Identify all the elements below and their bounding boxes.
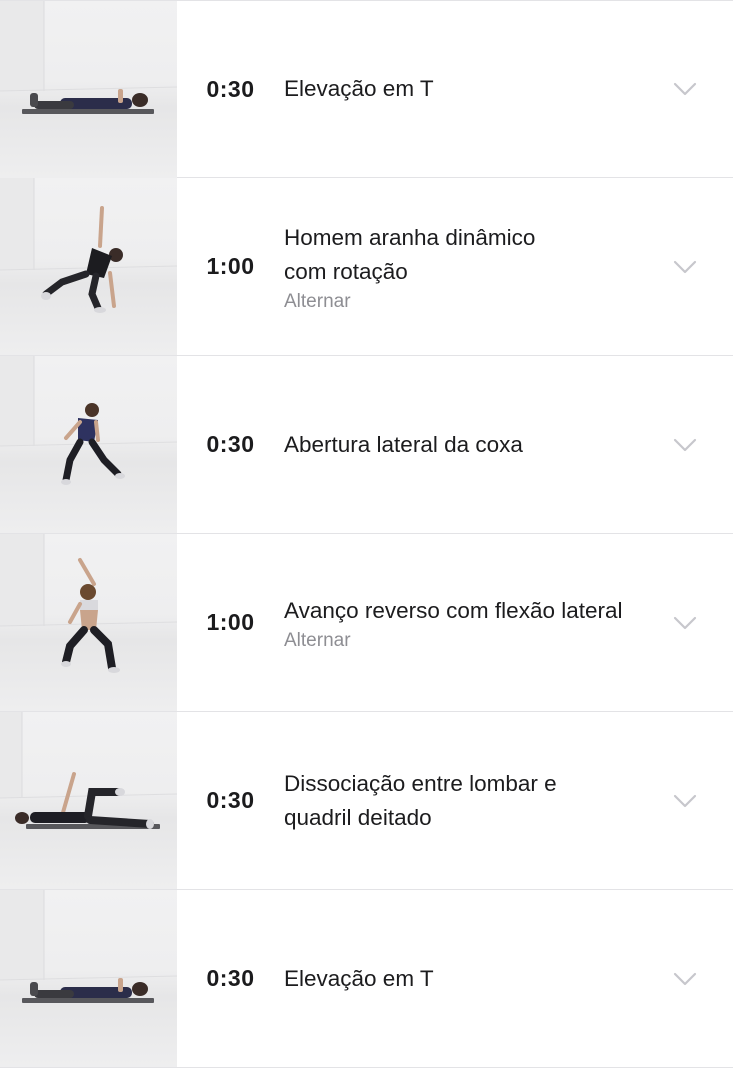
exercise-duration: 1:00 [206, 609, 255, 635]
exercise-subtitle: Alternar [284, 629, 351, 651]
exercise-info: Dissociação entre lombar e quadril deita… [284, 767, 673, 835]
person-side-lunge-icon [0, 356, 177, 485]
chevron-down-icon [673, 260, 697, 273]
exercise-info: Abertura lateral da coxa [284, 428, 673, 462]
expand-button[interactable] [673, 252, 733, 282]
exercise-thumbnail [0, 178, 177, 355]
exercise-row[interactable]: 1:00 Homem aranha dinâmico com rotação A… [0, 178, 733, 356]
exercise-duration: 1:00 [206, 253, 255, 279]
exercise-info: Elevação em T [284, 72, 673, 106]
exercise-info: Homem aranha dinâmico com rotação Altern… [284, 221, 673, 313]
person-lunge-rotation-icon [0, 178, 177, 313]
exercise-list: 0:30 Elevação em T 1:00 Homem aranha din… [0, 0, 733, 1068]
exercise-title: Dissociação entre lombar e quadril deita… [284, 767, 653, 835]
chevron-down-icon [673, 972, 697, 985]
exercise-title-line: Dissociação entre lombar e [284, 770, 557, 796]
exercise-duration: 0:30 [206, 787, 255, 813]
person-lying-face-down-icon [0, 0, 177, 114]
exercise-title: Homem aranha dinâmico com rotação [284, 221, 653, 289]
exercise-row[interactable]: 0:30 Elevação em T [0, 890, 733, 1068]
expand-button[interactable] [673, 964, 733, 994]
expand-button[interactable] [673, 74, 733, 104]
exercise-thumbnail [0, 712, 177, 889]
expand-button[interactable] [673, 786, 733, 816]
exercise-duration: 0:30 [206, 75, 255, 102]
exercise-row[interactable]: 1:00 Avanço reverso com flexão lateral A… [0, 534, 733, 712]
chevron-down-icon [673, 794, 697, 807]
exercise-title: Elevação em T [284, 76, 434, 101]
exercise-thumbnail [0, 534, 177, 711]
exercise-row[interactable]: 0:30 Elevação em T [0, 0, 733, 178]
expand-button[interactable] [673, 608, 733, 638]
exercise-row[interactable]: 0:30 Dissociação entre lombar e quadril … [0, 712, 733, 890]
exercise-info: Elevação em T [284, 962, 673, 996]
chevron-down-icon [673, 82, 697, 96]
exercise-thumbnail [0, 890, 177, 1067]
exercise-title: Abertura lateral da coxa [284, 431, 523, 457]
person-reverse-lunge-icon [0, 534, 177, 673]
exercise-title-line: com rotação [284, 258, 408, 284]
exercise-info: Avanço reverso com flexão lateral Altern… [284, 594, 673, 652]
exercise-title: Elevação em T [284, 965, 434, 991]
exercise-row[interactable]: 0:30 Abertura lateral da coxa [0, 356, 733, 534]
exercise-title-line: quadril deitado [284, 804, 432, 830]
person-lying-face-down-icon [0, 890, 177, 1003]
exercise-thumbnail [0, 0, 177, 178]
chevron-down-icon [673, 616, 697, 629]
exercise-subtitle: Alternar [284, 290, 351, 312]
exercise-duration: 0:30 [206, 431, 255, 457]
chevron-down-icon [673, 438, 697, 451]
exercise-thumbnail [0, 356, 177, 533]
expand-button[interactable] [673, 430, 733, 460]
exercise-duration: 0:30 [206, 965, 255, 991]
person-lying-leg-raise-icon [0, 712, 177, 829]
exercise-title-line: Homem aranha dinâmico [284, 224, 536, 250]
exercise-title: Avanço reverso com flexão lateral [284, 597, 623, 623]
